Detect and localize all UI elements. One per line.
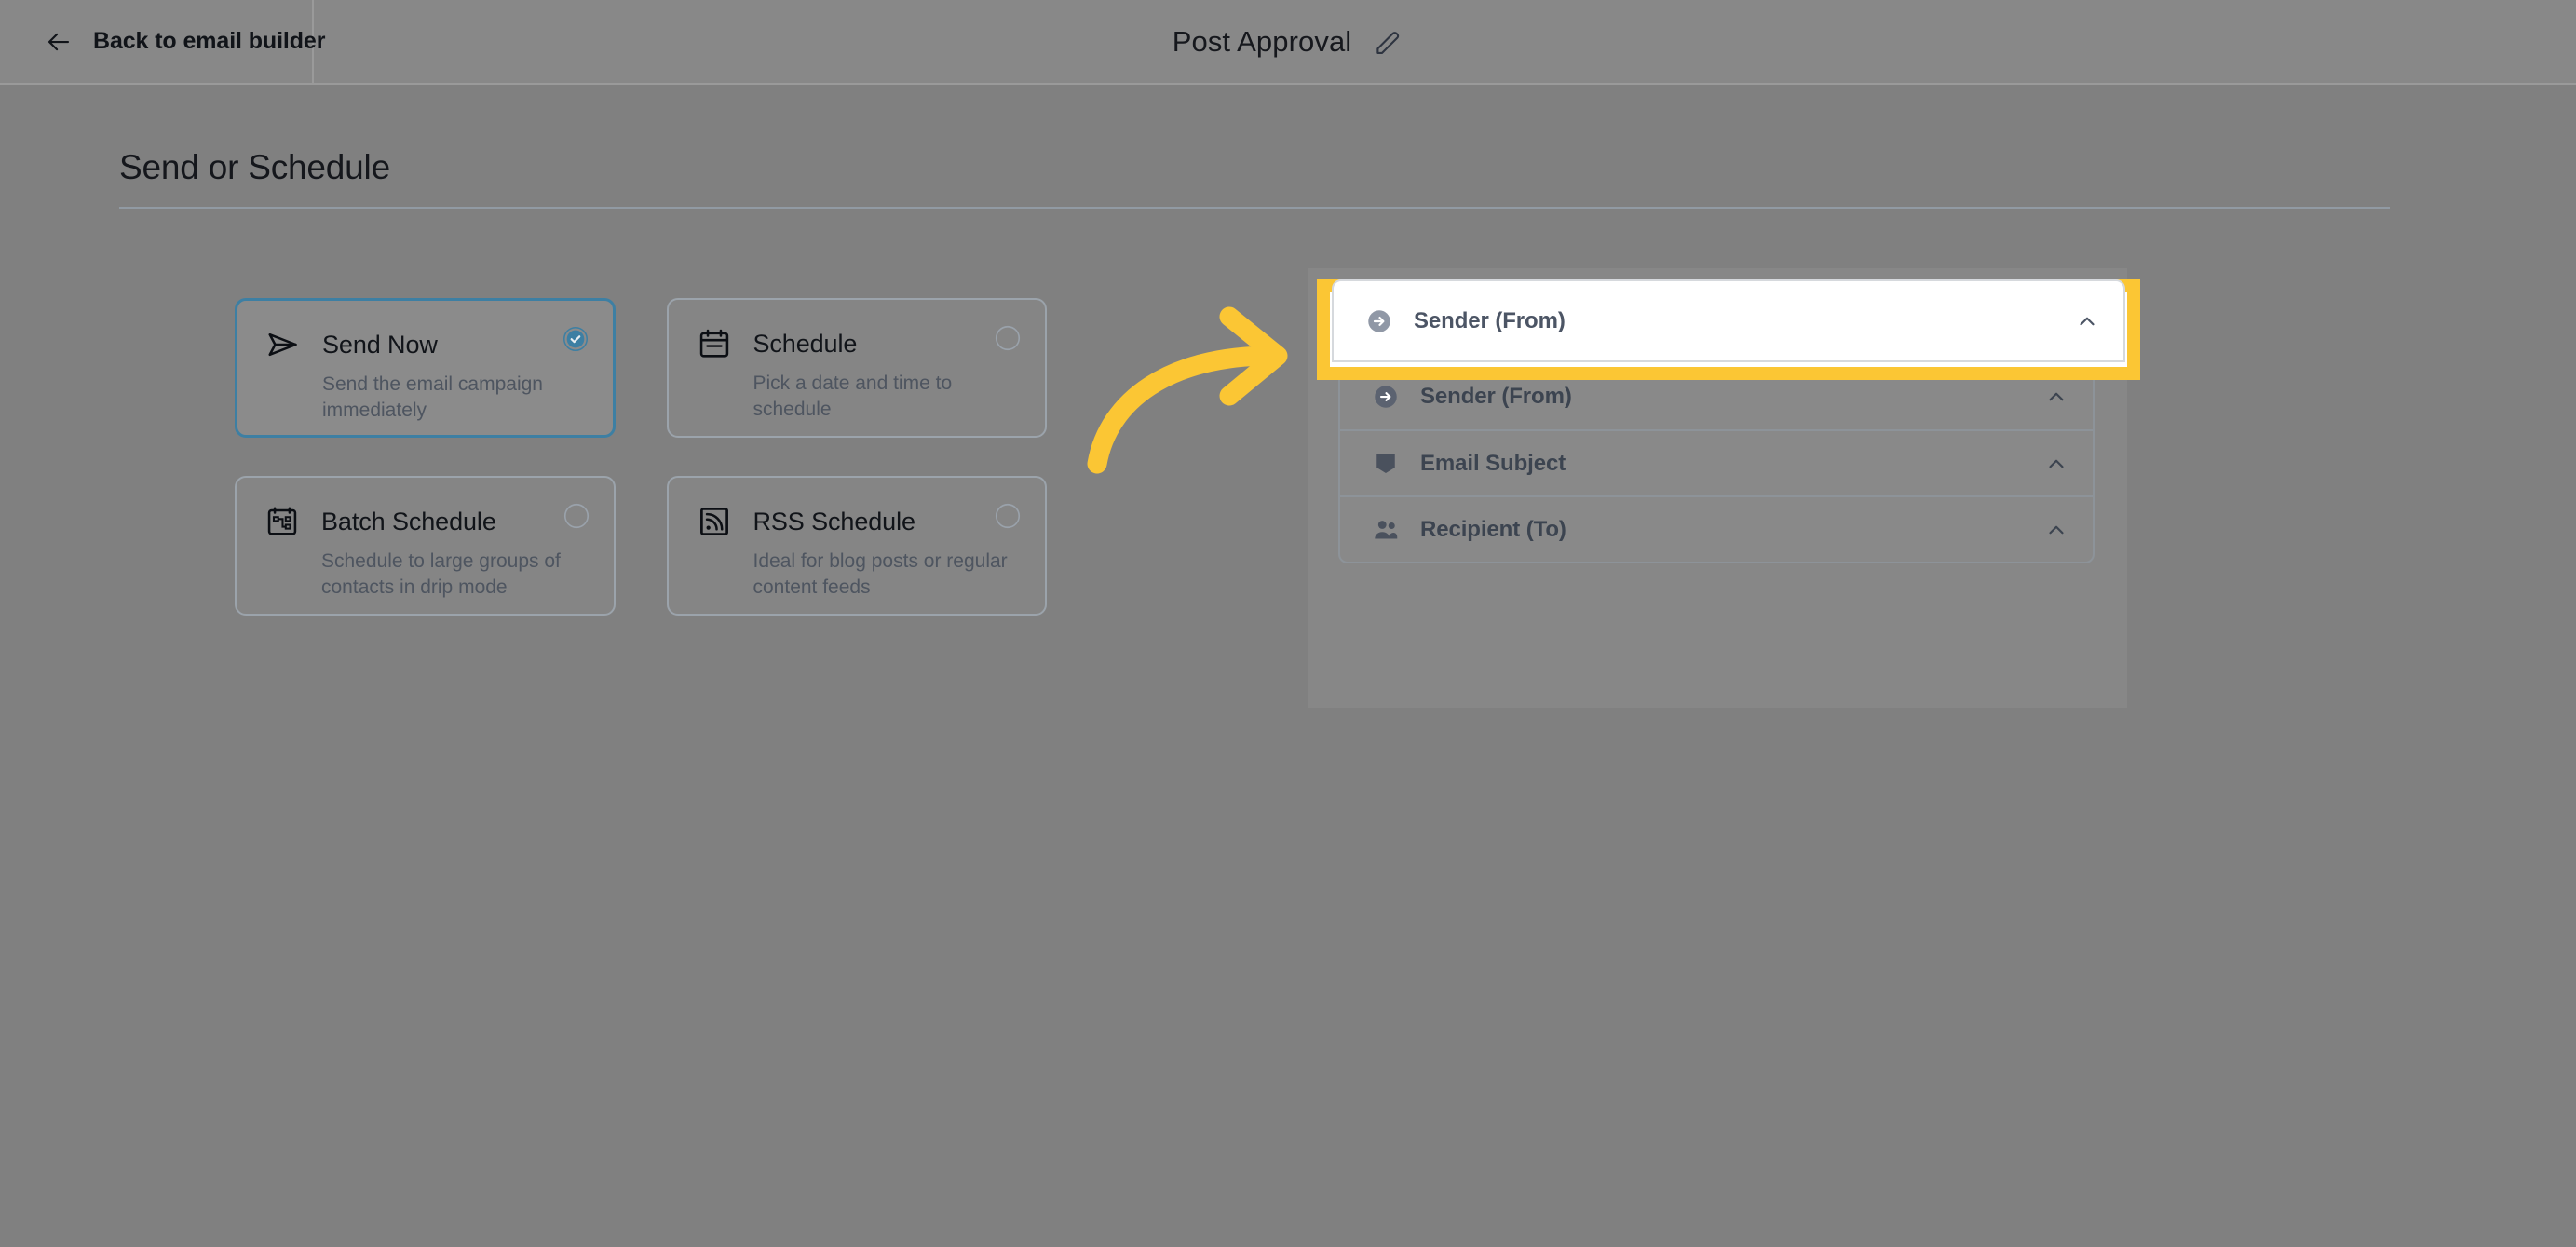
option-title: Schedule: [752, 329, 858, 358]
option-description: Schedule to large groups of contacts in …: [321, 550, 561, 598]
option-card-rss-schedule[interactable]: RSS Schedule Ideal for blog posts or reg…: [666, 476, 1047, 616]
accordion-label: Recipient (To): [1420, 516, 1566, 542]
arrow-circle-right-icon: [1375, 385, 1397, 408]
card-row: Send Now Send the email campaign immedia…: [235, 298, 1047, 438]
option-card-batch-schedule[interactable]: Batch Schedule Schedule to large groups …: [235, 476, 616, 616]
card-header: Batch Schedule: [264, 503, 586, 540]
accordion-label: Email Subject: [1420, 450, 1566, 476]
card-row: Batch Schedule Schedule to large groups …: [235, 476, 1047, 616]
chevron-up-icon[interactable]: [2044, 452, 2068, 476]
option-description: Send the email campaign immediately: [322, 373, 543, 421]
header-title-group: Post Approval: [0, 0, 2576, 83]
send-option-cards: Send Now Send the email campaign immedia…: [235, 298, 1047, 616]
option-title: RSS Schedule: [752, 507, 916, 535]
settings-accordion: Sender (From) Email Subject Recipient (T…: [1338, 361, 2095, 563]
radio-unselected-icon[interactable]: [995, 325, 1021, 351]
chevron-up-icon[interactable]: [2044, 385, 2068, 409]
radio-unselected-icon[interactable]: [995, 503, 1021, 529]
option-card-schedule[interactable]: Schedule Pick a date and time to schedul…: [666, 298, 1047, 438]
tag-icon: [1376, 454, 1395, 473]
rss-icon: [699, 508, 728, 535]
arrow-circle-right-icon: [1368, 309, 1390, 332]
chevron-up-icon[interactable]: [2044, 518, 2068, 542]
option-card-send-now[interactable]: Send Now Send the email campaign immedia…: [235, 298, 616, 438]
option-description: Ideal for blog posts or regular content …: [752, 550, 1008, 598]
chevron-up-icon[interactable]: [2075, 309, 2099, 333]
back-to-email-builder-button[interactable]: Back to email builder: [0, 0, 325, 83]
users-icon: [1375, 520, 1398, 538]
accordion-label: Sender (From): [1420, 383, 1572, 409]
page-title: Post Approval: [1172, 24, 1352, 58]
app-screen: Back to email builder Post Approval Send…: [0, 0, 2576, 1247]
pencil-icon[interactable]: [1372, 26, 1403, 58]
card-header: Schedule: [697, 325, 1018, 362]
page-body: Send or Schedule Send Now Send the email…: [0, 85, 2576, 1247]
back-to-email-builder-label: Back to email builder: [93, 28, 326, 54]
section-heading: Send or Schedule: [119, 148, 390, 186]
top-header-bar: Back to email builder Post Approval: [0, 0, 2576, 85]
accordion-label: Sender (From): [1414, 307, 1566, 333]
option-description: Pick a date and time to schedule: [752, 373, 953, 420]
accordion-row-recipient-to[interactable]: Recipient (To): [1340, 495, 2093, 562]
radio-unselected-icon[interactable]: [563, 503, 590, 529]
card-header: Send Now: [265, 326, 585, 363]
radio-selected-icon[interactable]: [563, 326, 589, 352]
calendar-icon: [699, 329, 728, 358]
accordion-row-email-subject[interactable]: Email Subject: [1340, 429, 2093, 495]
option-title: Send Now: [322, 330, 438, 359]
card-header: RSS Schedule: [697, 503, 1018, 540]
section-divider: [119, 207, 2390, 209]
arrow-left-icon: [47, 33, 70, 50]
accordion-row-sender-from-highlighted[interactable]: Sender (From): [1332, 279, 2125, 362]
calendar-batch-icon: [267, 507, 297, 535]
paper-plane-icon: [268, 332, 297, 357]
option-title: Batch Schedule: [321, 507, 496, 535]
